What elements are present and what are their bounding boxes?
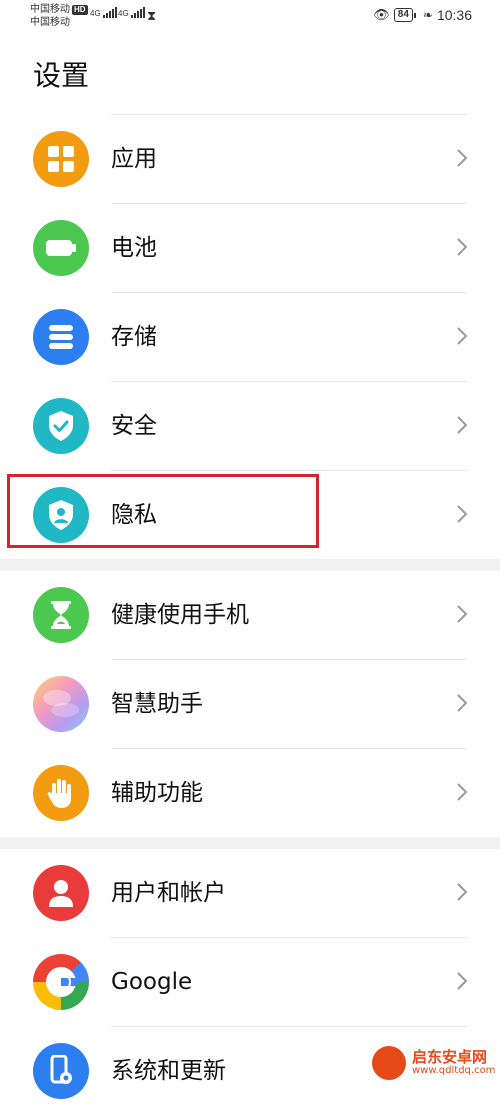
- chevron-right-icon: [457, 505, 468, 523]
- clock: 10:36: [436, 7, 472, 23]
- chevron-right-icon: [457, 694, 468, 712]
- settings-item-label: 电池: [111, 235, 157, 261]
- chevron-right-icon: [457, 327, 468, 345]
- settings-item-battery[interactable]: 电池: [0, 204, 500, 293]
- signal-bars-icon: [130, 7, 146, 18]
- chevron-right-icon: [457, 605, 468, 623]
- chevron-right-icon: [457, 883, 468, 901]
- eye-icon: 👁: [373, 7, 390, 22]
- settings-item-label: 智慧助手: [111, 691, 203, 717]
- settings-item-security[interactable]: 安全: [0, 382, 500, 471]
- carrier-2: 中国移动: [30, 17, 70, 28]
- settings-item-label: 用户和帐户: [111, 880, 226, 906]
- watermark-logo-icon: [372, 1046, 406, 1080]
- hand-icon: [33, 765, 89, 821]
- privacy-shield-icon: [33, 487, 89, 543]
- battery-indicator: 84: [393, 8, 417, 22]
- hourglass-status-icon: ⧗: [147, 8, 157, 23]
- status-right: 👁 84 ❧ 10:36: [373, 7, 472, 23]
- settings-item-label: 安全: [111, 413, 157, 439]
- signal-1: 4G: [90, 7, 118, 18]
- settings-item-users-accounts[interactable]: 用户和帐户: [0, 849, 500, 938]
- settings-item-label: 系统和更新: [111, 1058, 226, 1084]
- leaf-icon: ❧: [422, 8, 433, 22]
- settings-item-storage[interactable]: 存储: [0, 293, 500, 382]
- settings-item-smart-assistant[interactable]: 智慧助手: [0, 660, 500, 749]
- settings-item-privacy[interactable]: 隐私: [0, 471, 500, 560]
- phone-settings-icon: [33, 1043, 89, 1099]
- carrier-1: 中国移动: [30, 4, 70, 15]
- network-type-2: 4G: [118, 9, 129, 18]
- chevron-right-icon: [457, 972, 468, 990]
- status-bar: 中国移动 HD 中国移动 4G 4G ⧗ 👁 84 ❧ 10:36: [0, 0, 500, 34]
- settings-item-label: 健康使用手机: [111, 602, 249, 628]
- settings-item-apps[interactable]: 应用: [0, 115, 500, 204]
- battery-icon: [33, 220, 89, 276]
- settings-item-label: Google: [111, 969, 193, 995]
- signal-bars-icon: [102, 7, 118, 18]
- settings-item-google[interactable]: Google: [0, 938, 500, 1027]
- hourglass-icon: [33, 587, 89, 643]
- assistant-orb-icon: [33, 676, 89, 732]
- apps-icon: [33, 131, 89, 187]
- hd-badge: HD: [72, 5, 88, 15]
- chevron-right-icon: [457, 238, 468, 256]
- google-icon: [33, 954, 89, 1010]
- settings-item-label: 辅助功能: [111, 780, 203, 806]
- storage-icon: [33, 309, 89, 365]
- section-gap: [0, 559, 500, 571]
- section-gap: [0, 837, 500, 849]
- signal-2: 4G: [118, 7, 146, 18]
- chevron-right-icon: [457, 149, 468, 167]
- watermark-title: 启东安卓网: [412, 1048, 488, 1066]
- settings-item-accessibility[interactable]: 辅助功能: [0, 749, 500, 838]
- network-type-1: 4G: [90, 9, 101, 18]
- chevron-right-icon: [457, 783, 468, 801]
- chevron-right-icon: [457, 416, 468, 434]
- settings-item-label: 应用: [111, 146, 157, 172]
- watermark-url: www.qdltdq.com: [412, 1065, 496, 1076]
- settings-item-label: 隐私: [111, 502, 157, 528]
- user-icon: [33, 865, 89, 921]
- settings-item-label: 存储: [111, 324, 157, 350]
- watermark: 启东安卓网 www.qdltdq.com: [368, 1042, 500, 1084]
- settings-item-digital-balance[interactable]: 健康使用手机: [0, 571, 500, 660]
- shield-check-icon: [33, 398, 89, 454]
- carrier-info: 中国移动 HD 中国移动: [30, 3, 88, 29]
- page-title: 设置: [33, 59, 90, 92]
